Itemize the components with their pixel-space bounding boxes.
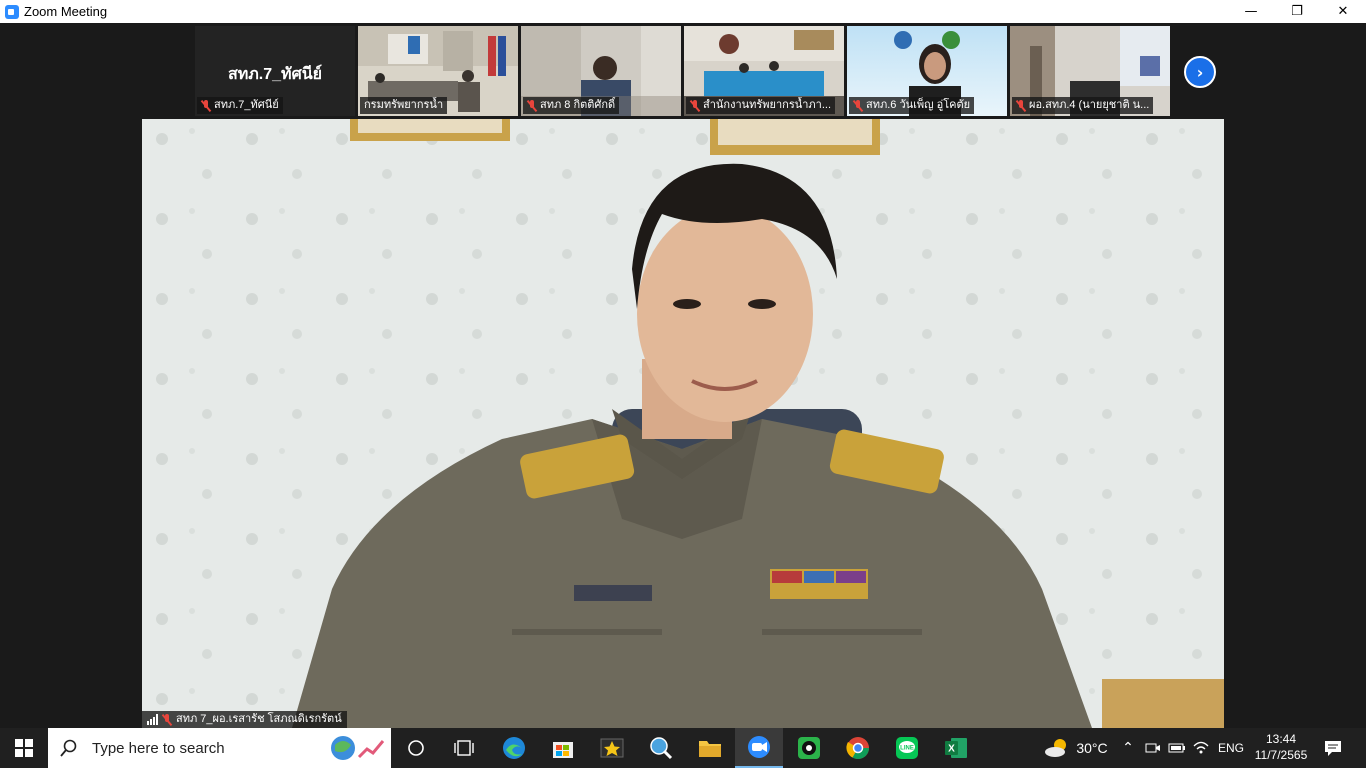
search-placeholder: Type here to search: [92, 739, 225, 757]
excel-icon: X: [945, 738, 967, 758]
participant-name-label: สทภ.6 วันเพ็ญ อู่โคตัย: [849, 97, 975, 114]
self-video-tile[interactable]: สทภ.7_ทัศนีย์ สทภ.7_ทัศนีย์: [195, 26, 355, 116]
mic-muted-icon: [527, 99, 537, 112]
taskbar-app-chrome[interactable]: [834, 728, 882, 768]
svg-text:LINE: LINE: [900, 746, 914, 752]
search-icon: [60, 739, 77, 757]
participant-video-tile[interactable]: สทภ.6 วันเพ็ญ อู่โคตัย: [847, 26, 1007, 116]
zoom-app-icon: [5, 4, 19, 19]
start-button[interactable]: [0, 728, 48, 768]
input-language-indicator[interactable]: ENG: [1214, 728, 1248, 768]
restore-button[interactable]: ❐: [1274, 0, 1320, 23]
taskbar-clock[interactable]: 13:44 11/7/2565: [1254, 731, 1308, 763]
edge-icon: [503, 737, 525, 759]
network-wifi-icon[interactable]: [1190, 728, 1212, 768]
participant-video-tile[interactable]: สทภ 8 กิตติศักดิ์: [521, 26, 681, 116]
weather-widget[interactable]: [1042, 728, 1072, 768]
participant-name-label: ผอ.สทภ.4 (นายยุชาติ น...: [1012, 97, 1154, 114]
line-icon: LINE: [896, 737, 918, 759]
task-view-button[interactable]: [392, 728, 440, 768]
zoom-icon: [748, 736, 770, 758]
battery-shape: [1168, 743, 1185, 753]
weather-temperature[interactable]: 30°C: [1074, 728, 1110, 768]
video-frame: [142, 119, 1224, 728]
taskbar-app-line[interactable]: LINE: [883, 728, 931, 768]
mic-muted-icon: [162, 713, 172, 726]
file-explorer-icon: [699, 741, 721, 757]
next-page-button[interactable]: ›: [1184, 56, 1216, 88]
search-highlight-icon: [331, 736, 385, 760]
store-icon: [553, 742, 573, 758]
task-view-icon: [454, 740, 474, 756]
mic-muted-icon: [853, 99, 863, 112]
taskbar-app-search[interactable]: [637, 728, 685, 768]
participant-name-label: สทภ.7_ทัศนีย์: [197, 97, 283, 114]
title-bar: Zoom Meeting — ❐ ✕: [0, 0, 1366, 23]
clock-date: 11/7/2565: [1254, 748, 1308, 762]
window-title: Zoom Meeting: [24, 4, 108, 19]
taskbar: Type here to search LINE X 30°C ⌃ ENG 13…: [0, 728, 1366, 768]
chevron-right-icon: ›: [1196, 62, 1204, 82]
notification-center-button[interactable]: [1316, 728, 1350, 768]
participant-video-tile[interactable]: สำนักงานทรัพยากรน้ำภา...: [684, 26, 844, 116]
windows-logo-icon: [15, 739, 33, 757]
self-display-name: สทภ.7_ทัศนีย์: [227, 66, 323, 83]
battery-icon[interactable]: [1166, 728, 1188, 768]
taskbar-app-file-explorer[interactable]: [686, 728, 734, 768]
wifi-icon: [1193, 741, 1209, 754]
partly-cloudy-icon: [1045, 739, 1066, 757]
meet-now-icon[interactable]: [1142, 728, 1164, 768]
close-button[interactable]: ✕: [1320, 0, 1366, 23]
participant-name-label: สทภ 8 กิตติศักดิ์: [523, 97, 620, 114]
taskbar-app-movie[interactable]: [588, 728, 636, 768]
clock-time: 13:44: [1265, 732, 1297, 746]
taskbar-app-obs[interactable]: [785, 728, 833, 768]
camera-icon: [1145, 743, 1160, 753]
taskbar-app-edge[interactable]: [490, 728, 538, 768]
participant-video-tile[interactable]: ผอ.สทภ.4 (นายยุชาติ น...: [1010, 26, 1170, 116]
gallery-strip: สทภ.7_ทัศนีย์ สทภ.7_ทัศนีย์ กรมทรัพยากรน…: [0, 23, 1366, 119]
taskbar-app-zoom[interactable]: [735, 728, 783, 768]
task-view-icon-button[interactable]: [440, 728, 488, 768]
show-hidden-icons-chevron-icon[interactable]: ⌃: [1118, 728, 1138, 768]
movie-star-icon: [600, 738, 624, 758]
notification-speech-icon: [1325, 741, 1341, 756]
connection-signal-icon: [147, 714, 158, 725]
mic-muted-icon: [201, 99, 211, 112]
speaker-name-label: สทภ 7_ผอ.เรสารัช โสภณดิเรกรัตน์: [142, 711, 347, 728]
taskbar-app-store[interactable]: [539, 728, 587, 768]
obs-icon: [798, 737, 820, 759]
mic-muted-icon: [690, 99, 700, 112]
mic-muted-icon: [1016, 99, 1026, 112]
active-speaker-video[interactable]: สทภ 7_ผอ.เรสารัช โสภณดิเรกรัตน์: [142, 119, 1224, 728]
chrome-icon: [846, 737, 869, 759]
minimize-button[interactable]: —: [1228, 0, 1274, 23]
svg-text:X: X: [948, 744, 955, 755]
participant-name-label: สำนักงานทรัพยากรน้ำภา...: [686, 97, 836, 114]
participant-video-tile[interactable]: กรมทรัพยากรน้ำ: [358, 26, 518, 116]
taskbar-app-excel[interactable]: X: [932, 728, 980, 768]
participant-name-label: กรมทรัพยากรน้ำ: [360, 97, 448, 114]
search-globe-icon: [650, 737, 673, 760]
taskbar-search-box[interactable]: Type here to search: [48, 728, 391, 768]
cortana-circle-icon: [408, 740, 424, 756]
